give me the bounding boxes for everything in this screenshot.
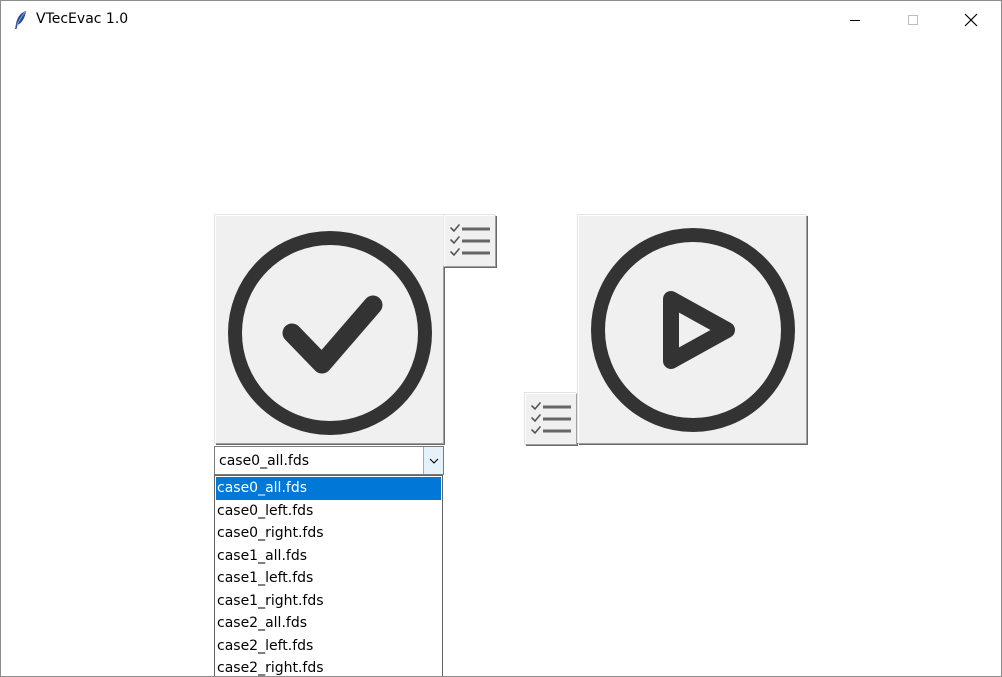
minimize-button[interactable]: [826, 1, 884, 39]
minimize-icon: [850, 20, 860, 21]
app-window: VTecEvac 1.0 case0_all.fds case0_all.fds…: [0, 0, 1002, 677]
dropdown-option[interactable]: case0_left.fds: [215, 500, 442, 523]
checklist-icon: [531, 402, 571, 435]
combobox-value: case0_all.fds: [219, 453, 310, 469]
combobox-dropdown-button[interactable]: [423, 447, 443, 474]
check-circle-icon: [228, 231, 432, 435]
play-circle-icon: [591, 228, 795, 432]
dropdown-option[interactable]: case2_right.fds: [215, 657, 442, 676]
dropdown-option[interactable]: case1_all.fds: [215, 545, 442, 568]
feather-icon: [13, 10, 29, 30]
dropdown-option[interactable]: case2_all.fds: [215, 612, 442, 635]
check-button[interactable]: [215, 215, 444, 444]
dropdown-option[interactable]: case2_left.fds: [215, 635, 442, 658]
dropdown-option[interactable]: case1_right.fds: [215, 590, 442, 613]
case-file-dropdown-list[interactable]: case0_all.fds case0_left.fds case0_right…: [214, 475, 443, 676]
window-title: VTecEvac 1.0: [36, 11, 129, 27]
checklist-button-top[interactable]: [444, 215, 496, 267]
case-file-combobox[interactable]: case0_all.fds: [214, 446, 444, 475]
dropdown-option[interactable]: case1_left.fds: [215, 567, 442, 590]
close-button[interactable]: [942, 1, 1000, 39]
title-bar[interactable]: VTecEvac 1.0: [1, 1, 1001, 39]
maximize-button[interactable]: [884, 1, 942, 39]
dropdown-option[interactable]: case0_all.fds: [216, 477, 441, 500]
dropdown-option[interactable]: case0_right.fds: [215, 522, 442, 545]
chevron-down-icon: [429, 458, 438, 464]
close-icon: [964, 13, 978, 27]
maximize-icon: [908, 15, 918, 25]
checklist-button-bottom[interactable]: [525, 393, 577, 445]
checklist-icon: [450, 224, 490, 257]
run-button[interactable]: [578, 215, 807, 444]
